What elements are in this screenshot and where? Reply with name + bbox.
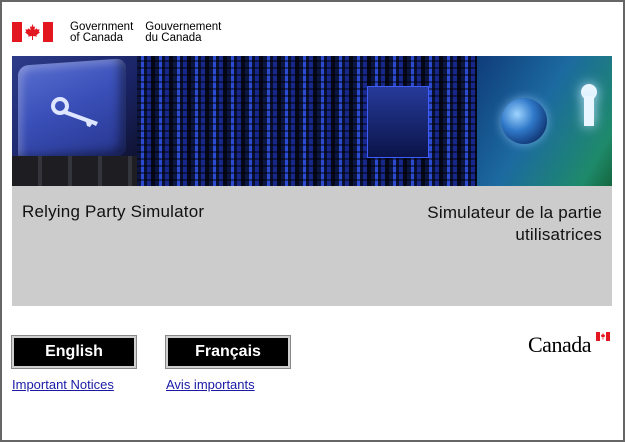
avis-importants-link[interactable]: Avis importants <box>166 377 255 392</box>
government-signature: Government of Canada Gouvernement du Can… <box>12 21 222 44</box>
title-band: Relying Party Simulator Simulateur de la… <box>12 186 612 306</box>
globe-keyhole-image <box>477 56 612 186</box>
banner-image <box>12 56 612 186</box>
canada-flag-icon <box>12 22 53 42</box>
title-english: Relying Party Simulator <box>22 202 205 221</box>
signature-en: Government of Canada <box>70 21 134 44</box>
french-button[interactable]: Français <box>166 336 290 368</box>
canada-wordmark: Canada <box>528 332 591 357</box>
wordmark-flag-icon <box>596 332 610 341</box>
english-button[interactable]: English <box>12 336 136 368</box>
server-room-image <box>137 56 477 186</box>
signature-fr: Gouvernement du Canada <box>145 21 222 44</box>
globe-icon <box>501 98 547 144</box>
title-french: Simulateur de la partie utilisatrices <box>427 203 602 244</box>
important-notices-link[interactable]: Important Notices <box>12 377 114 392</box>
keyboard-key-image <box>12 56 137 186</box>
splash-page: Government of Canada Gouvernement du Can… <box>0 0 625 442</box>
key-icon <box>51 97 98 127</box>
